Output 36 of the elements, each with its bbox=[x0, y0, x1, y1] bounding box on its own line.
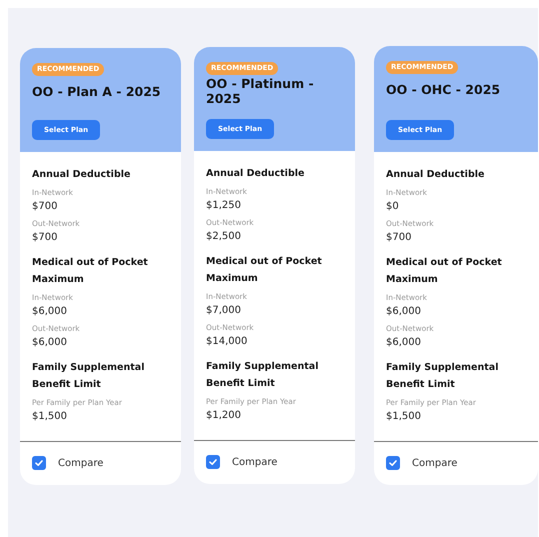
plan-title: OO - OHC - 2025 bbox=[386, 82, 500, 97]
field-value: $1,500 bbox=[386, 410, 422, 424]
checkmark-icon bbox=[388, 458, 398, 468]
field-value: $700 bbox=[32, 231, 58, 245]
field-value: $1,250 bbox=[206, 199, 242, 213]
compare-checkbox[interactable] bbox=[206, 455, 220, 469]
field-value: $6,000 bbox=[386, 336, 422, 350]
section-title: Medical out of Pocket Maximum bbox=[386, 256, 503, 287]
field-value: $0 bbox=[386, 200, 400, 214]
compare-checkbox[interactable] bbox=[386, 456, 400, 470]
section-title: Family Supplemental Benefit Limit bbox=[386, 361, 500, 392]
section-title: Annual Deductible bbox=[206, 167, 306, 181]
field-value: $6,000 bbox=[32, 336, 68, 350]
section-title: Annual Deductible bbox=[386, 168, 486, 182]
section-title: Family Supplemental Benefit Limit bbox=[32, 361, 146, 392]
field-value: $14,000 bbox=[206, 335, 248, 349]
section-title: Medical out of Pocket Maximum bbox=[206, 255, 323, 286]
field-value: $2,500 bbox=[206, 230, 242, 244]
field-value: $6,000 bbox=[386, 305, 422, 319]
section-title: Annual Deductible bbox=[32, 168, 132, 182]
plan-title: OO - Plan A - 2025 bbox=[32, 84, 161, 99]
checkmark-icon bbox=[208, 457, 218, 467]
compare-label: Compare bbox=[412, 458, 458, 468]
plan-title: OO - Platinum - 2025 bbox=[206, 76, 315, 106]
field-value: $1,500 bbox=[32, 410, 68, 424]
compare-label: Compare bbox=[232, 456, 278, 468]
field-value: $6,000 bbox=[32, 305, 68, 319]
checkmark-icon bbox=[34, 458, 44, 468]
section-title: Family Supplemental Benefit Limit bbox=[206, 360, 320, 391]
compare-label: Compare bbox=[58, 458, 104, 468]
field-value: $700 bbox=[32, 200, 58, 214]
field-value: $1,200 bbox=[206, 409, 242, 423]
section-title: Medical out of Pocket Maximum bbox=[32, 256, 149, 287]
field-value: $700 bbox=[386, 231, 412, 245]
compare-checkbox[interactable] bbox=[32, 456, 46, 470]
field-value: $7,000 bbox=[206, 304, 242, 318]
